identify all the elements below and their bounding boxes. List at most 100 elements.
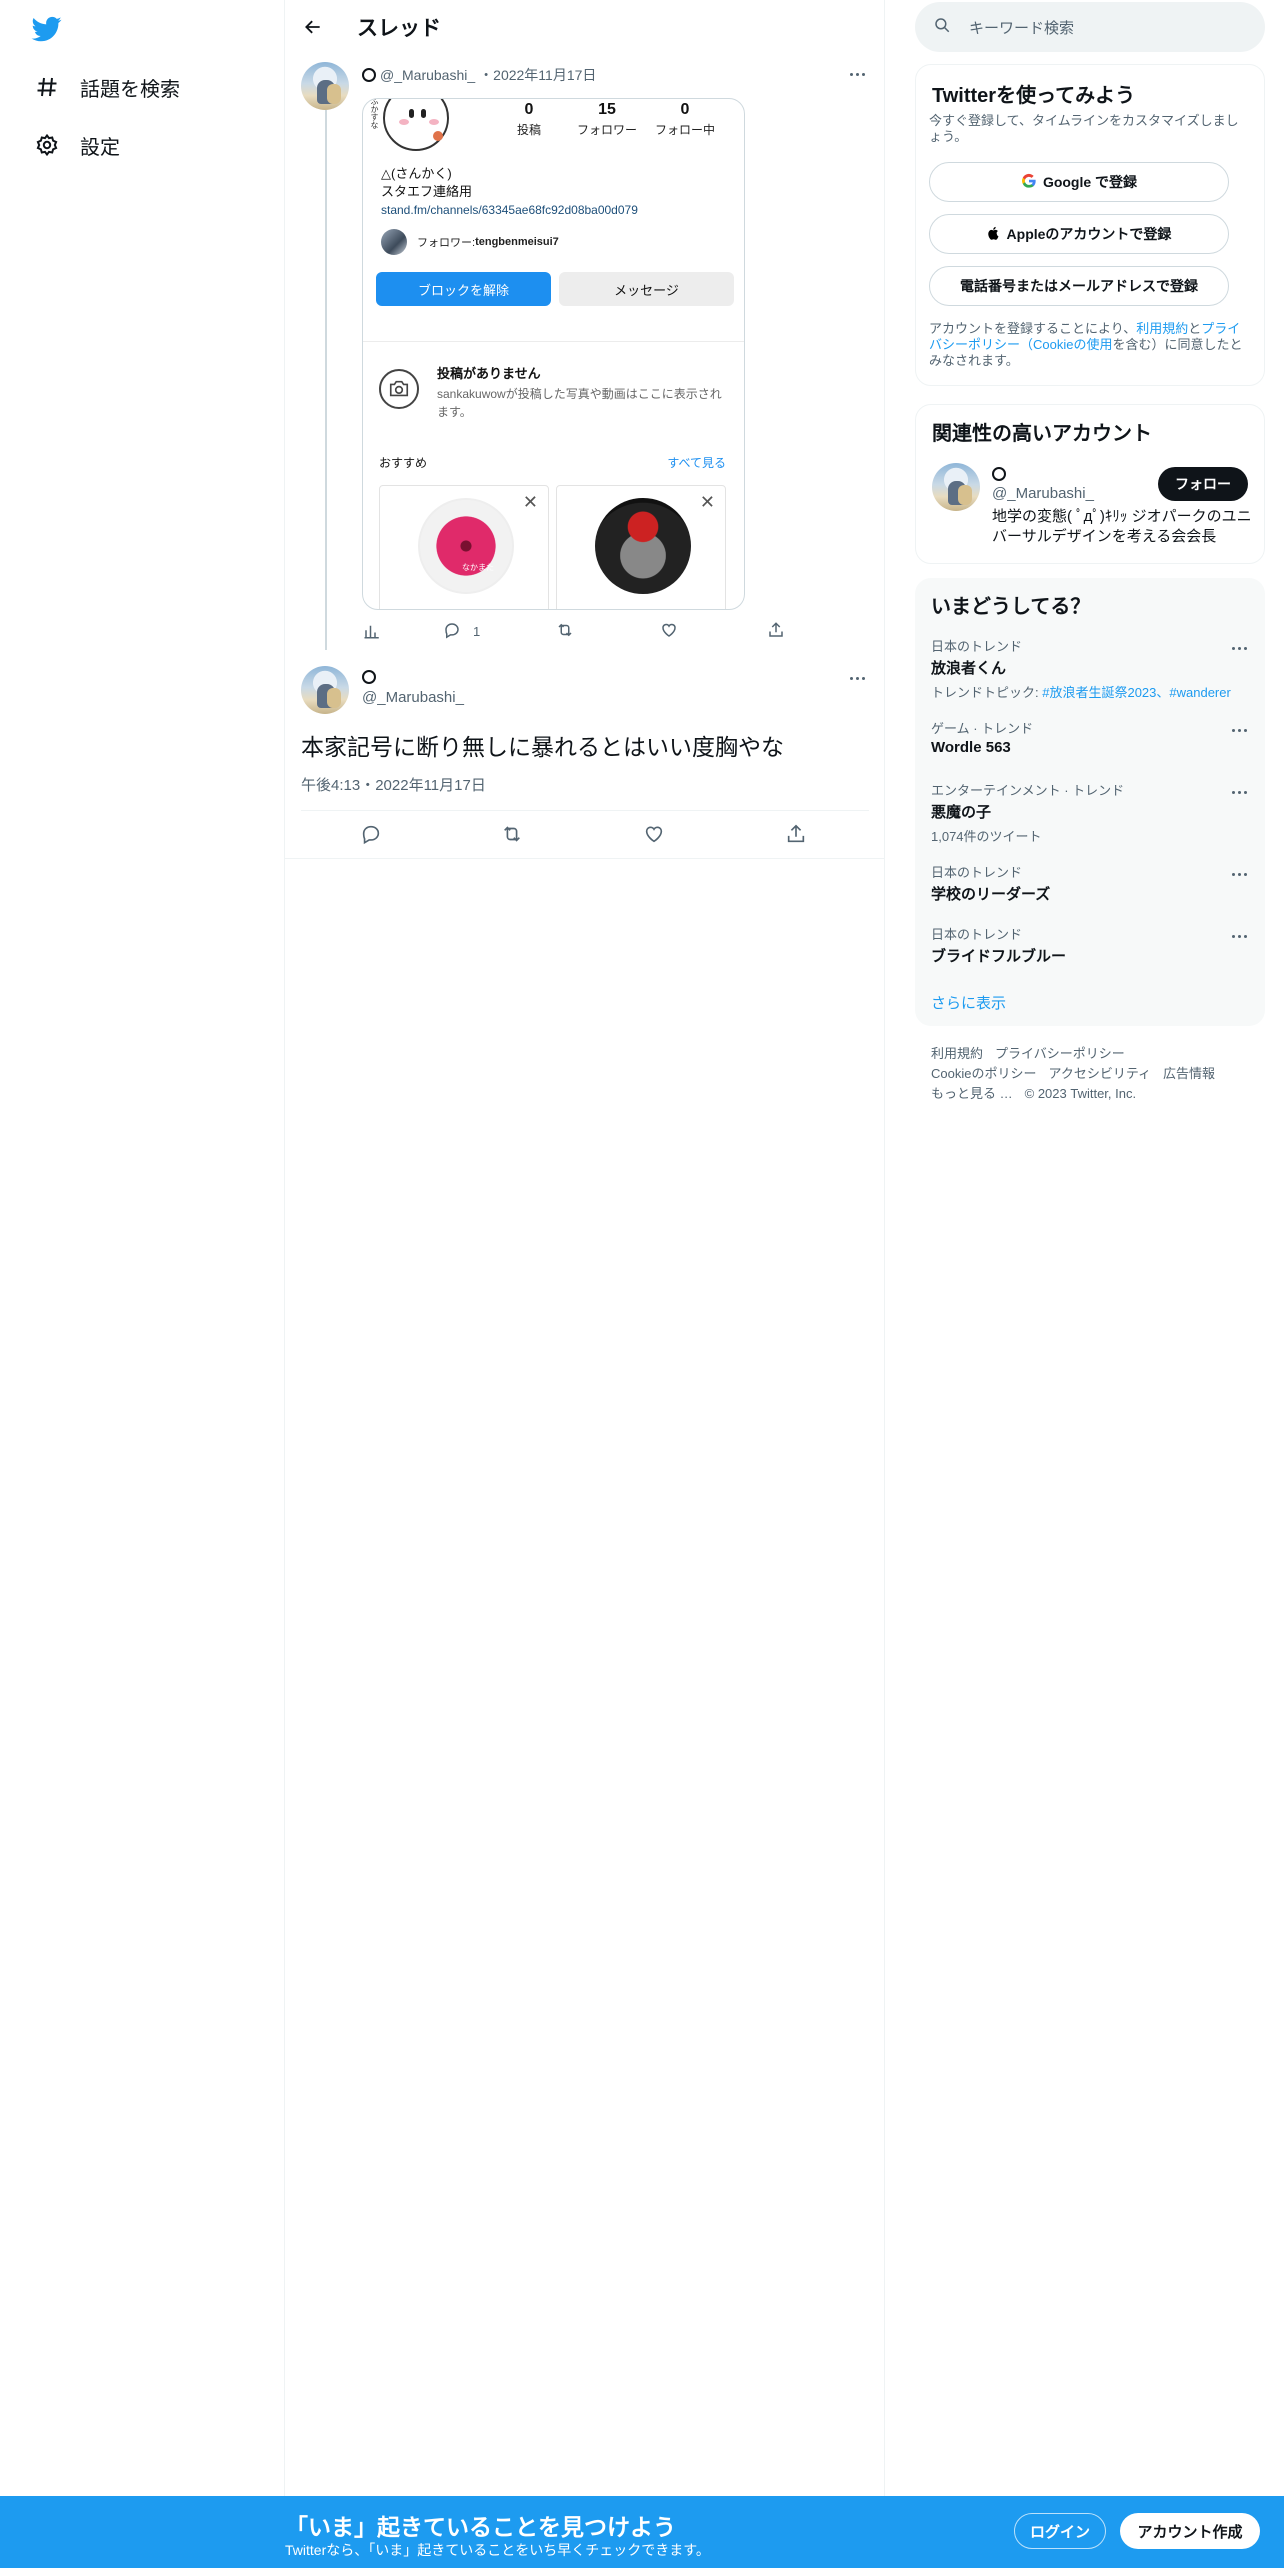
- retweet-icon[interactable]: [501, 823, 523, 845]
- footer-accessibility-link[interactable]: アクセシビリティ: [1048, 1066, 1151, 1081]
- followed-by-row: フォロワー: tengbenmeisui7: [381, 229, 559, 255]
- avatar[interactable]: [301, 62, 349, 110]
- reply-button[interactable]: 1: [443, 621, 480, 642]
- signup-subtitle: 今すぐ登録して、タイムラインをカスタマイズしましょう。: [929, 113, 1239, 144]
- trend-meta: 日本のトレンド: [931, 865, 1023, 880]
- nav-settings-label: 設定: [80, 136, 120, 159]
- more-options-icon[interactable]: [845, 64, 869, 84]
- suggestion-photo: [595, 498, 691, 594]
- flower-caption: なかまた: [462, 563, 494, 572]
- like-icon[interactable]: [643, 823, 665, 845]
- trend-meta: ゲーム · トレンド: [931, 721, 1034, 736]
- footer-more-link[interactable]: もっと見る …: [931, 1086, 1013, 1101]
- retweet-icon[interactable]: [556, 621, 574, 639]
- follow-button[interactable]: フォロー: [1158, 467, 1248, 501]
- avatar[interactable]: [301, 666, 349, 714]
- suggestion-card: ✕: [556, 485, 726, 609]
- trend-item[interactable]: 日本のトレンド 放浪者くん トレンドトピック: #放浪者生誕祭2023、#wan…: [931, 636, 1251, 701]
- signup-title: Twitterを使ってみよう: [932, 85, 1136, 107]
- tweet-handle[interactable]: @_Marubashi_: [362, 689, 464, 706]
- trend-item[interactable]: 日本のトレンド ブライドフルブルー: [931, 924, 1251, 966]
- mascot-text: ふかすな: [370, 98, 379, 129]
- display-name-circle-icon[interactable]: [362, 68, 376, 82]
- left-navigation: 話題を検索 設定: [0, 0, 285, 2568]
- thread-connector-line: [325, 110, 327, 650]
- analytics-icon[interactable]: [363, 622, 381, 640]
- share-icon[interactable]: [785, 823, 807, 845]
- copyright-text: © 2023 Twitter, Inc.: [1024, 1086, 1137, 1101]
- tweet-timestamp[interactable]: 午後4:13・2022年11月17日: [301, 774, 486, 795]
- share-icon[interactable]: [767, 621, 785, 639]
- stat-posts: 0 投稿: [489, 101, 569, 138]
- search-input[interactable]: キーワード検索: [969, 17, 1074, 38]
- signup-promo-bar: 「いま」起きていることを見つけよう Twitterなら、「いま」起きていることを…: [0, 2496, 1284, 2568]
- trends-title: いまどうしてる？: [931, 596, 1091, 618]
- like-icon[interactable]: [660, 621, 678, 639]
- twitter-logo-icon[interactable]: [30, 14, 64, 44]
- nav-explore[interactable]: 話題を検索: [34, 67, 180, 107]
- create-account-button[interactable]: アカウント作成: [1120, 2513, 1260, 2549]
- google-signup-button[interactable]: Google で登録: [929, 162, 1229, 202]
- back-arrow-icon[interactable]: [299, 13, 327, 41]
- footer-privacy-link[interactable]: プライバシーポリシー: [995, 1046, 1125, 1061]
- gear-icon: [34, 132, 60, 158]
- bio-name: △(さんかく): [381, 166, 452, 181]
- more-options-icon[interactable]: [1227, 864, 1251, 884]
- trend-item[interactable]: ゲーム · トレンド Wordle 563: [931, 718, 1251, 756]
- trend-sub: トレンドトピック:: [931, 685, 1043, 700]
- footer-terms-link[interactable]: 利用規約: [931, 1046, 983, 1061]
- terms-link[interactable]: 利用規約: [1136, 321, 1188, 336]
- trend-name: 放浪者くん: [931, 660, 1007, 677]
- trend-hashtags[interactable]: #放浪者生誕祭2023、#wanderer: [1042, 685, 1231, 700]
- mascot-avatar-image: ふかすな: [370, 99, 449, 151]
- nav-settings[interactable]: 設定: [34, 125, 120, 165]
- promo-title: 「いま」起きていることを見つけよう: [285, 2514, 676, 2540]
- divider: [285, 858, 885, 859]
- google-signup-label: Google で登録: [1042, 174, 1138, 190]
- footer-links: 利用規約 プライバシーポリシー Cookieのポリシー アクセシビリティ 広告情報 も…: [931, 1044, 1227, 1104]
- trend-item[interactable]: エンターテインメント · トレンド 悪魔の子 1,074件のツイート: [931, 780, 1251, 845]
- more-options-icon[interactable]: [1227, 638, 1251, 658]
- phone-email-signup-button[interactable]: 電話番号またはメールアドレスで登録: [929, 266, 1229, 306]
- reply-icon[interactable]: [360, 823, 382, 845]
- trend-meta: 日本のトレンド: [931, 927, 1023, 942]
- tweet-handle[interactable]: @_Marubashi_: [380, 67, 475, 83]
- apple-signup-label: Appleのアカウントで登録: [1006, 226, 1172, 242]
- stat-followers-label: フォロワー: [576, 123, 637, 137]
- related-accounts-panel: 関連性の高いアカウント @_Marubashi_ フォロー 地学の変態( ﾟдﾟ…: [915, 404, 1265, 564]
- show-more-link[interactable]: さらに表示: [931, 992, 1006, 1013]
- attached-screenshot-card[interactable]: ふかすな 0 投稿 15 フォロワー 0 フォロー中 △(さんかく) スタエフ連…: [362, 98, 745, 610]
- more-options-icon[interactable]: [1227, 720, 1251, 740]
- google-icon: [1021, 173, 1037, 192]
- thread-header: スレッド: [285, 0, 885, 54]
- suggestion-card: ✕ なかまた: [379, 485, 549, 609]
- follower-name: tengbenmeisui7: [475, 236, 559, 248]
- divider: [301, 810, 869, 811]
- display-name-circle-icon[interactable]: [992, 467, 1006, 481]
- avatar[interactable]: [932, 463, 980, 511]
- signup-panel: Twitterを使ってみよう 今すぐ登録して、タイムラインをカスタマイズしましょ…: [915, 64, 1265, 386]
- more-options-icon[interactable]: [1227, 926, 1251, 946]
- more-options-icon[interactable]: [845, 668, 869, 688]
- footer-cookie-link[interactable]: Cookieのポリシー: [931, 1066, 1036, 1081]
- phone-signup-label: 電話番号またはメールアドレスで登録: [960, 278, 1198, 294]
- tweet-date[interactable]: ・2022年11月17日: [479, 65, 596, 85]
- search-box[interactable]: キーワード検索: [915, 2, 1265, 52]
- follower-prefix: フォロワー:: [417, 237, 476, 249]
- more-options-icon[interactable]: [1227, 782, 1251, 802]
- footer-ads-link[interactable]: 広告情報: [1163, 1066, 1215, 1081]
- page-title: スレッド: [357, 17, 441, 40]
- trend-name: 悪魔の子: [931, 804, 992, 821]
- apple-signup-button[interactable]: Appleのアカウントで登録: [929, 214, 1229, 254]
- trend-item[interactable]: 日本のトレンド 学校のリーダーズ: [931, 862, 1251, 904]
- tweet-header: @_Marubashi_ ・2022年11月17日: [362, 65, 596, 85]
- main-column: スレッド @_Marubashi_ ・2022年11月17日 ふかすな 0 投稿…: [285, 0, 885, 2568]
- bio-line: スタエフ連絡用: [381, 184, 473, 199]
- profile-bio: △(さんかく) スタエフ連絡用 stand.fm/channels/63345a…: [381, 165, 638, 219]
- trend-name: ブライドフルブルー: [931, 948, 1067, 965]
- related-handle[interactable]: @_Marubashi_: [992, 485, 1094, 502]
- bio-link: stand.fm/channels/63345ae68fc92d08ba00d0…: [381, 203, 638, 217]
- search-icon: [933, 16, 951, 39]
- display-name-circle-icon[interactable]: [362, 670, 376, 684]
- login-button[interactable]: ログイン: [1014, 2513, 1106, 2549]
